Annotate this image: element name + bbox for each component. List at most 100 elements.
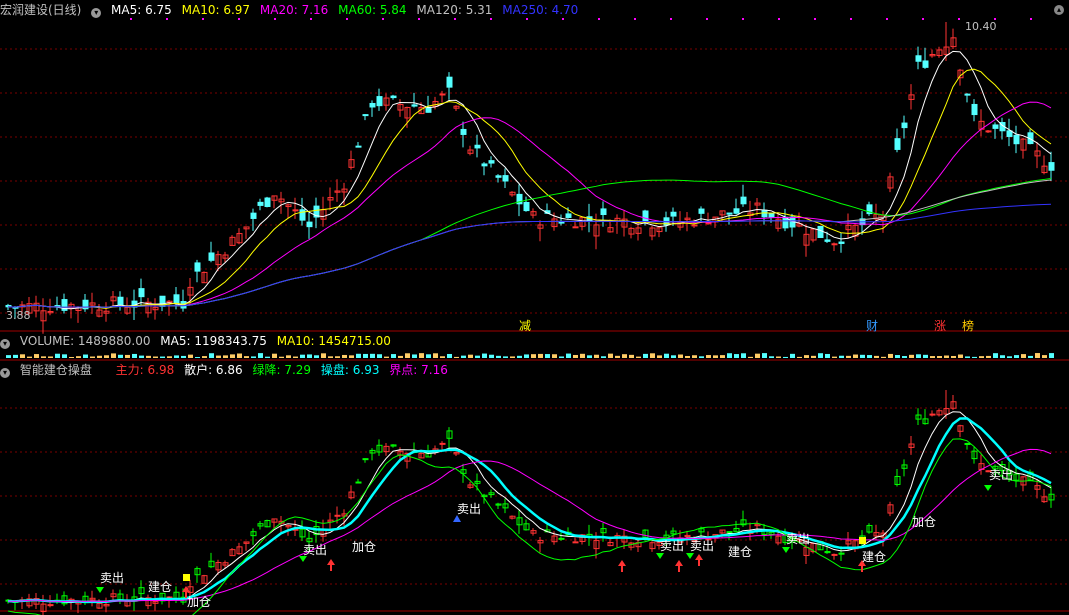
event-marker-ranking[interactable]: 榜 xyxy=(962,317,974,334)
collapse-icon[interactable]: ▾ xyxy=(0,368,10,378)
volume-bar xyxy=(636,356,641,358)
candle-body xyxy=(299,209,306,221)
volume-bar xyxy=(846,355,851,358)
volume-bar xyxy=(258,353,263,358)
indicator-body xyxy=(47,604,54,607)
volume-bar xyxy=(930,356,935,358)
top-tick xyxy=(454,18,456,20)
volume-bar xyxy=(69,356,74,358)
volume-bar xyxy=(958,354,963,358)
candle-body xyxy=(481,163,488,167)
volume-bar xyxy=(160,356,165,358)
volume-bar xyxy=(706,355,711,358)
indicator-operate: 操盘: 6.93 xyxy=(320,363,380,377)
volume-bar xyxy=(300,354,305,358)
signal-sell: 卖出 xyxy=(989,468,1014,482)
signal-add: 加仓 xyxy=(187,595,212,609)
volume-bar xyxy=(993,353,998,358)
signal-build: 建仓 xyxy=(148,580,173,594)
volume-bar xyxy=(377,354,382,358)
volume-bar xyxy=(188,354,193,358)
candle-body xyxy=(985,130,992,133)
volume-bar xyxy=(1021,354,1026,358)
volume-bar xyxy=(559,356,564,358)
indicator-body xyxy=(964,442,971,445)
top-tick xyxy=(922,18,924,20)
candle-body xyxy=(572,226,579,229)
event-marker-limit-up[interactable]: 涨 xyxy=(934,317,946,334)
volume-bar xyxy=(496,355,501,358)
indicator-body xyxy=(726,531,733,534)
candle-body xyxy=(257,201,264,206)
volume-bar xyxy=(384,356,389,358)
main-header: 宏润建设(日线) ▾ MA5: 6.75 MA10: 6.97 MA20: 7.… xyxy=(0,2,584,18)
volume-bar xyxy=(538,353,543,358)
volume-bar xyxy=(937,356,942,358)
volume-bar xyxy=(643,353,648,358)
volume-bar xyxy=(615,355,620,358)
volume-bar xyxy=(433,353,438,358)
scroll-up-icon[interactable]: ▴ xyxy=(1054,5,1064,15)
ma20-label: MA20: 7.16 xyxy=(259,3,329,17)
collapse-icon[interactable]: ▾ xyxy=(0,339,10,349)
volume-bar xyxy=(475,355,480,358)
signal-sell: 卖出 xyxy=(690,539,715,553)
volume-bar xyxy=(657,355,662,358)
volume-bar xyxy=(146,355,151,358)
volume-bar xyxy=(979,356,984,358)
volume-bar xyxy=(517,355,522,358)
build-marker xyxy=(859,537,866,544)
candle-body xyxy=(901,122,908,129)
volume-bar xyxy=(888,353,893,358)
volume-bar xyxy=(230,354,235,358)
candle-body xyxy=(376,96,383,107)
volume-bar xyxy=(832,356,837,358)
collapse-icon[interactable]: ▾ xyxy=(91,8,102,18)
indicator-body xyxy=(334,514,341,517)
volume-bar xyxy=(153,356,158,358)
volume-bar xyxy=(1007,356,1012,358)
candle-body xyxy=(817,225,824,238)
volume-bar xyxy=(720,355,725,358)
build-marker xyxy=(183,574,190,581)
volume-bar xyxy=(223,355,228,358)
top-tick xyxy=(490,18,492,20)
volume-bar xyxy=(307,354,312,358)
volume-bar xyxy=(1000,355,1005,358)
volume-bar xyxy=(363,353,368,358)
volume-bar xyxy=(790,353,795,358)
volume-bar xyxy=(1049,353,1054,358)
candle-body xyxy=(523,201,530,212)
volume-bar xyxy=(748,356,753,358)
top-tick xyxy=(1030,18,1032,20)
volume-bar xyxy=(573,354,578,358)
volume-bar xyxy=(566,353,571,358)
indicator-boundary: 界点: 7.16 xyxy=(389,363,448,377)
volume-bar xyxy=(132,353,137,358)
volume-bar xyxy=(783,356,788,358)
volume-bar xyxy=(839,355,844,358)
volume-bar xyxy=(412,354,417,358)
volume-bar xyxy=(13,354,18,358)
volume-bar xyxy=(545,354,550,358)
indicator-body xyxy=(572,541,579,544)
volume-bar xyxy=(972,356,977,358)
candle-body xyxy=(1013,134,1020,145)
event-marker-reduce[interactable]: 减 xyxy=(519,317,531,334)
volume-bar xyxy=(594,354,599,358)
candle-body xyxy=(117,296,124,306)
candle-body xyxy=(495,175,502,178)
volume-bar xyxy=(90,356,95,358)
event-marker-finance[interactable]: 财 xyxy=(866,317,878,334)
signal-sell: 卖出 xyxy=(786,532,811,546)
candlestick-chart[interactable] xyxy=(0,0,1069,615)
volume-bar xyxy=(489,354,494,358)
volume-bar xyxy=(139,355,144,358)
volume-bar xyxy=(909,354,914,358)
volume-bar xyxy=(370,353,375,358)
buy-arrow-icon xyxy=(327,559,335,571)
volume-bar xyxy=(776,356,781,358)
candle-body xyxy=(502,175,509,182)
candle-body xyxy=(390,95,397,99)
volume-bar xyxy=(167,356,172,358)
